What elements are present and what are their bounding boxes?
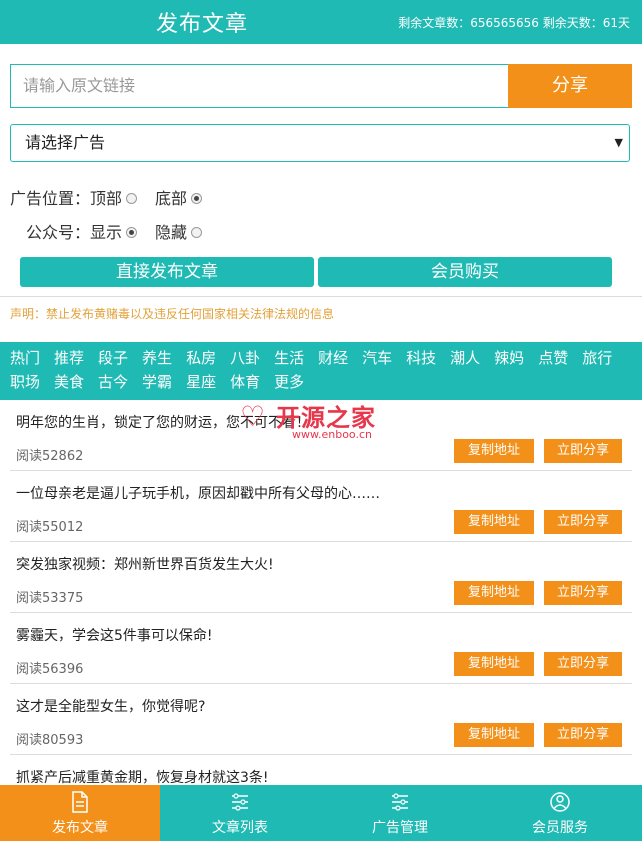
category-recommend[interactable]: 推荐 [54, 346, 84, 370]
ad-select-value: 请选择广告 [25, 133, 106, 152]
category-bar: 热门 推荐 段子 养生 私房 八卦 生活 财经 汽车 科技 潮人 辣妈 点赞 旅行职场 美食 古今 学霸 星座 体育… [0, 342, 642, 400]
article-link-input[interactable]: 请输入原文链接 [10, 64, 508, 108]
category-tech[interactable]: 科技 [406, 346, 436, 370]
category-gossip[interactable]: 八卦 [230, 346, 260, 370]
list-item: 一位母亲老是逼儿子玩手机，原因却戳中所有父母的心…… 阅读55012 复制地址 … [10, 471, 632, 542]
copy-address-button[interactable]: 复制地址 [454, 510, 534, 534]
document-icon [72, 791, 88, 813]
list-item: 突发独家视频：郑州新世界百货发生大火! 阅读53375 复制地址 立即分享 [10, 542, 632, 613]
tab-label: 发布文章 [52, 820, 108, 836]
list-item: 明年您的生肖，锁定了您的财运，您不可不看！ 阅读52862 复制地址 立即分享 [10, 400, 632, 471]
ad-position-top-label: 顶部 [90, 189, 123, 208]
page-title: 发布文章 [156, 12, 249, 37]
share-now-button[interactable]: 立即分享 [544, 510, 622, 534]
list-icon [392, 793, 408, 811]
official-account-show-label: 显示 [90, 223, 123, 242]
official-account-show-radio[interactable] [126, 227, 138, 238]
article-title[interactable]: 突发独家视频：郑州新世界百货发生大火! [16, 554, 274, 574]
tab-label: 会员服务 [532, 820, 588, 836]
official-account-row: 公众号：显示 隐藏 [26, 219, 220, 243]
category-scholar[interactable]: 学霸 [142, 370, 172, 394]
ad-position-bottom-radio[interactable] [191, 193, 203, 204]
remaining-stats: 剩余文章数：656565656 剩余天数：61天 [398, 16, 630, 30]
share-now-button[interactable]: 立即分享 [544, 581, 622, 605]
list-item: 雾霾天，学会这5件事可以保命! 阅读56396 复制地址 立即分享 [10, 613, 632, 684]
publish-article-button[interactable]: 直接发布文章 [20, 257, 314, 287]
tab-label: 广告管理 [372, 820, 428, 836]
category-history[interactable]: 古今 [98, 370, 128, 394]
share-button[interactable]: 分享 [508, 64, 632, 108]
category-career[interactable]: 职场 [10, 370, 40, 394]
user-icon [550, 792, 570, 812]
article-reads: 阅读55012 [16, 520, 84, 535]
copy-address-button[interactable]: 复制地址 [454, 723, 534, 747]
tab-publish-article[interactable]: 发布文章 [0, 785, 160, 841]
category-jokes[interactable]: 段子 [98, 346, 128, 370]
ad-position-top-radio[interactable] [126, 193, 138, 204]
copy-address-button[interactable]: 复制地址 [454, 581, 534, 605]
official-account-label: 公众号： [26, 223, 91, 242]
ad-position-label: 广告位置： [10, 189, 91, 208]
list-icon [232, 793, 248, 811]
share-now-button[interactable]: 立即分享 [544, 439, 622, 463]
tab-member-service[interactable]: 会员服务 [480, 785, 640, 841]
article-title[interactable]: 雾霾天，学会这5件事可以保命! [16, 625, 213, 645]
share-now-button[interactable]: 立即分享 [544, 723, 622, 747]
category-travel[interactable]: 旅行 [582, 346, 612, 370]
category-food[interactable]: 美食 [54, 370, 84, 394]
category-health[interactable]: 养生 [142, 346, 172, 370]
list-item: 这才是全能型女生，你觉得呢? 阅读80593 复制地址 立即分享 [10, 684, 632, 755]
category-horoscope[interactable]: 星座 [186, 370, 216, 394]
category-more[interactable]: 更多 [274, 370, 304, 394]
ad-position-row: 广告位置：顶部 底部 [10, 185, 220, 209]
article-title[interactable]: 明年您的生肖，锁定了您的财运，您不可不看！ [16, 412, 310, 432]
category-life[interactable]: 生活 [274, 346, 304, 370]
category-hot[interactable]: 热门 [10, 346, 40, 370]
official-account-hide-radio[interactable] [191, 227, 203, 238]
header-bar: 发布文章 剩余文章数：656565656 剩余天数：61天 [0, 0, 642, 44]
tab-article-list[interactable]: 文章列表 [160, 785, 320, 841]
copy-address-button[interactable]: 复制地址 [454, 439, 534, 463]
share-now-button[interactable]: 立即分享 [544, 652, 622, 676]
article-title[interactable]: 这才是全能型女生，你觉得呢? [16, 696, 205, 716]
tab-ad-management[interactable]: 广告管理 [320, 785, 480, 841]
article-title[interactable]: 一位母亲老是逼儿子玩手机，原因却戳中所有父母的心…… [16, 483, 380, 503]
member-purchase-button[interactable]: 会员购买 [318, 257, 612, 287]
article-title[interactable]: 抓紧产后减重黄金期，恢复身材就这3条! [16, 767, 269, 787]
chevron-down-icon: ▼ [614, 136, 623, 149]
category-trend[interactable]: 潮人 [450, 346, 480, 370]
category-like[interactable]: 点赞 [538, 346, 568, 370]
bottom-tab-bar: 发布文章 文章列表 广告管理 会员服务 [0, 785, 642, 841]
notice-text: 声明：禁止发布黄赌毒以及违反任何国家相关法律法规的信息 [0, 296, 642, 322]
article-reads: 阅读80593 [16, 733, 84, 748]
category-finance[interactable]: 财经 [318, 346, 348, 370]
article-list: 明年您的生肖，锁定了您的财运，您不可不看！ 阅读52862 复制地址 立即分享 … [0, 400, 642, 826]
ad-select[interactable]: 请选择广告 ▼ [10, 124, 630, 162]
category-auto[interactable]: 汽车 [362, 346, 392, 370]
article-reads: 阅读53375 [16, 591, 84, 606]
share-row: 请输入原文链接 分享 [10, 64, 632, 108]
copy-address-button[interactable]: 复制地址 [454, 652, 534, 676]
ad-position-bottom-label: 底部 [155, 189, 188, 208]
article-reads: 阅读52862 [16, 449, 84, 464]
tab-label: 文章列表 [212, 820, 268, 836]
article-reads: 阅读56396 [16, 662, 84, 677]
category-mom[interactable]: 辣妈 [494, 346, 524, 370]
official-account-hide-label: 隐藏 [155, 223, 188, 242]
category-sports[interactable]: 体育 [230, 370, 260, 394]
category-private[interactable]: 私房 [186, 346, 216, 370]
